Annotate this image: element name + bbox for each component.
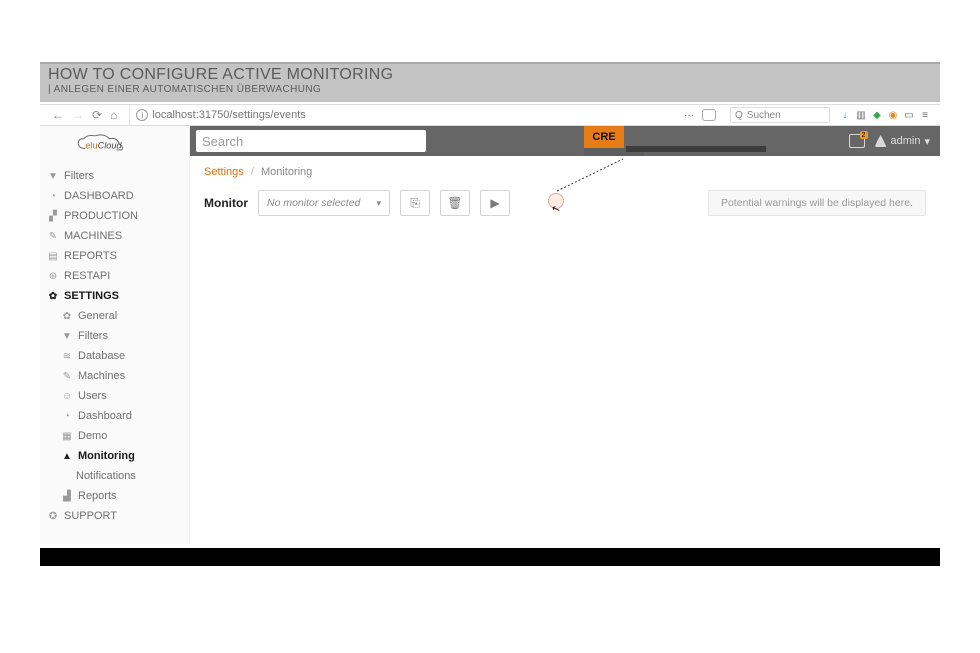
reload-icon[interactable]: ⟳	[92, 108, 102, 122]
app-search-placeholder: Search	[202, 134, 243, 149]
monitor-select[interactable]: No monitor selected ▾	[258, 190, 390, 216]
user-icon: ☺	[62, 391, 72, 402]
menu-icon[interactable]: ≡	[920, 110, 930, 120]
sidebar-item-machines[interactable]: ✎MACHINES	[40, 226, 189, 246]
sidebar-item-general[interactable]: ✿General	[40, 306, 189, 326]
url-bar[interactable]: i localhost:31750/settings/events ···	[130, 105, 730, 125]
messages-icon[interactable]: 2	[849, 134, 865, 148]
app-topbar: Search CRE 2 admin ▾	[190, 126, 940, 156]
sidebar-item-restapi[interactable]: ⊛RESTAPI	[40, 266, 189, 286]
logo-post: Cloud	[97, 141, 122, 151]
caret-icon: ▾	[376, 198, 381, 209]
home-icon[interactable]: ⌂	[110, 108, 117, 122]
toast-shadow	[626, 146, 766, 152]
search-icon: Q	[735, 110, 743, 121]
user-label: admin	[891, 135, 921, 147]
filter-icon: ▼	[48, 171, 58, 182]
gauge-icon: ◔	[62, 411, 72, 422]
browser-toolbar: ← → ⟳ ⌂ i localhost:31750/settings/event…	[40, 104, 940, 126]
monitor-toolbar: Monitor No monitor selected ▾ ⎘ 🗑 ▶ Pote…	[190, 184, 940, 222]
library-icon[interactable]: ▥	[856, 110, 866, 120]
api-icon: ⊛	[48, 271, 58, 282]
browser-right-icons: ↓ ▥ ◆ ◉ ▭ ≡	[830, 110, 940, 120]
sidebar-item-database[interactable]: ≋Database	[40, 346, 189, 366]
sidebar-item-settings[interactable]: ✿SETTINGS	[40, 286, 189, 306]
doc-icon: ▤	[48, 251, 58, 262]
download-icon[interactable]: ↓	[840, 110, 850, 120]
bell-icon: ▲	[62, 451, 72, 462]
breadcrumb: Settings / Monitoring	[190, 156, 940, 184]
title-band: HOW TO CONFIGURE ACTIVE MONITORING | ANL…	[40, 62, 940, 102]
breadcrumb-current: Monitoring	[261, 166, 312, 178]
url-text: localhost:31750/settings/events	[152, 109, 306, 121]
browser-nav-controls: ← → ⟳ ⌂	[40, 105, 130, 125]
sidebar-item-monitoring[interactable]: ▲Monitoring	[40, 446, 189, 466]
sidebar-item-smachines[interactable]: ✎Machines	[40, 366, 189, 386]
play-icon: ▶	[490, 196, 499, 210]
sidebar-item-sdashboard[interactable]: ◔Dashboard	[40, 406, 189, 426]
gear-icon: ✿	[48, 291, 58, 302]
sidebar: eluCloud ▼Filters ◔DASHBOARD ▞PRODUCTION…	[40, 126, 190, 544]
sidebar-item-filters[interactable]: ▼Filters	[40, 166, 189, 186]
user-menu[interactable]: admin ▾	[875, 135, 931, 148]
wrench-icon: ✎	[48, 231, 58, 242]
play-button[interactable]: ▶	[480, 190, 510, 216]
monitor-select-text: No monitor selected	[267, 197, 360, 209]
video-bottom-bar	[40, 548, 940, 566]
gauge-icon: ◔	[48, 191, 58, 202]
sidebar-nav: ▼Filters ◔DASHBOARD ▞PRODUCTION ✎MACHINE…	[40, 164, 189, 526]
warnings-banner: Potential warnings will be displayed her…	[708, 190, 926, 216]
messages-badge: 2	[860, 131, 868, 139]
sidebar-item-production[interactable]: ▞PRODUCTION	[40, 206, 189, 226]
app-frame: eluCloud ▼Filters ◔DASHBOARD ▞PRODUCTION…	[40, 126, 940, 544]
demo-icon: ▦	[62, 431, 72, 442]
database-icon: ≋	[62, 351, 72, 362]
addon2-icon[interactable]: ◉	[888, 110, 898, 120]
cre-tag: CRE	[584, 126, 624, 148]
sidebar-item-sreports[interactable]: ▟Reports	[40, 486, 189, 506]
breadcrumb-sep: /	[247, 166, 258, 178]
back-icon[interactable]: ←	[52, 108, 64, 122]
warnings-text: Potential warnings will be displayed her…	[721, 197, 913, 209]
caret-icon: ▾	[924, 135, 930, 148]
chart-icon: ▞	[48, 211, 58, 222]
logo-pre: elu	[85, 141, 97, 151]
general-icon: ✿	[62, 311, 72, 322]
app-search[interactable]: Search	[196, 130, 426, 152]
more-icon[interactable]: ···	[684, 110, 694, 120]
person-icon	[875, 135, 887, 147]
save-button[interactable]: ⎘	[400, 190, 430, 216]
addon1-icon[interactable]: ◆	[872, 110, 882, 120]
breadcrumb-root[interactable]: Settings	[204, 166, 244, 178]
reader-icon[interactable]	[702, 109, 716, 121]
browser-search[interactable]: Q Suchen	[730, 107, 830, 123]
monitor-label: Monitor	[204, 196, 248, 210]
sidebar-item-reports[interactable]: ▤REPORTS	[40, 246, 189, 266]
sidebar-item-notifications[interactable]: Notifications	[40, 466, 189, 486]
logo[interactable]: eluCloud	[40, 126, 189, 164]
title-sub: | ANLEGEN EINER AUTOMATISCHEN ÜBERWACHUN…	[48, 84, 932, 95]
browser-search-placeholder: Suchen	[747, 110, 781, 121]
trash-icon: 🗑	[447, 196, 462, 210]
wrench-icon: ✎	[62, 371, 72, 382]
sidebar-item-support[interactable]: ✪SUPPORT	[40, 506, 189, 526]
sidebar-item-users[interactable]: ☺Users	[40, 386, 189, 406]
sidebar-item-demo[interactable]: ▦Demo	[40, 426, 189, 446]
bookmark-icon[interactable]: ▭	[904, 110, 914, 120]
site-info-icon[interactable]: i	[136, 109, 148, 121]
forward-icon[interactable]: →	[72, 108, 84, 122]
support-icon: ✪	[48, 511, 58, 522]
delete-button[interactable]: 🗑	[440, 190, 470, 216]
main-area: Search CRE 2 admin ▾ Settings / Monitori…	[190, 126, 940, 544]
title-main: HOW TO CONFIGURE ACTIVE MONITORING	[48, 66, 932, 84]
chart-icon: ▟	[62, 491, 72, 502]
save-icon: ⎘	[410, 196, 420, 211]
sidebar-item-dashboard[interactable]: ◔DASHBOARD	[40, 186, 189, 206]
filter-icon: ▼	[62, 331, 72, 342]
svg-text:eluCloud: eluCloud	[85, 141, 122, 151]
topbar-right: 2 admin ▾	[849, 134, 941, 148]
sidebar-item-sfilters[interactable]: ▼Filters	[40, 326, 189, 346]
